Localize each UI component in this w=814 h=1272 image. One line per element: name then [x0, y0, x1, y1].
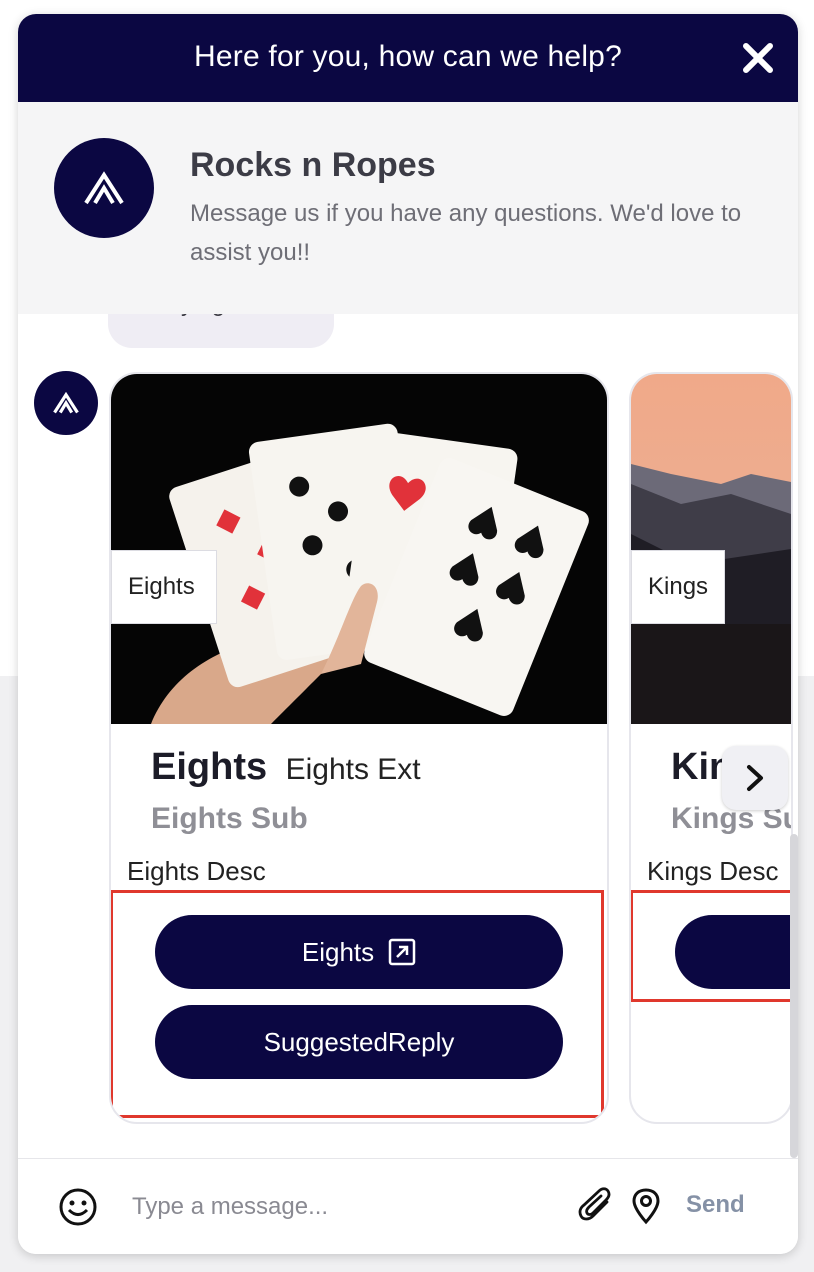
brand-panel: Rocks n Ropes Message us if you have any… — [18, 102, 798, 314]
conversation-area[interactable]: Playing Cards — [18, 314, 798, 1158]
header-title: Here for you, how can we help? — [194, 40, 622, 73]
card-image: Kings — [631, 374, 791, 724]
card-image: Eights — [111, 374, 607, 724]
user-message-bubble: Playing Cards — [108, 314, 334, 348]
chevron-right-icon — [747, 765, 763, 791]
message-input[interactable] — [130, 1181, 574, 1233]
brand-logo-icon — [84, 171, 124, 205]
suggested-reply-button[interactable]: SuggestedReply — [155, 1005, 563, 1079]
brand-logo-icon — [53, 392, 79, 414]
send-button[interactable]: Send — [686, 1191, 745, 1219]
playing-cards-image — [111, 374, 607, 724]
location-pin-icon[interactable] — [630, 1187, 662, 1225]
image-label: Kings — [631, 550, 726, 624]
card-actions — [631, 890, 791, 1002]
card-description: Eights Desc — [127, 856, 266, 886]
emoji-icon[interactable] — [58, 1187, 98, 1227]
chat-widget: Here for you, how can we help? Rocks n R… — [18, 14, 798, 1254]
card-title-row: Eights Eights Ext — [151, 746, 421, 789]
scrollbar[interactable] — [790, 834, 798, 1158]
image-label: Eights — [111, 550, 217, 624]
button-label: SuggestedReply — [263, 1026, 455, 1057]
external-link-icon — [388, 938, 416, 966]
card-actions: Eights SuggestedReply — [111, 890, 604, 1118]
link-button[interactable] — [675, 915, 791, 989]
close-icon[interactable] — [740, 40, 776, 76]
bot-avatar — [34, 371, 98, 435]
card-title-ext: Eights Ext — [285, 753, 421, 786]
message-composer: Send — [18, 1158, 798, 1254]
card-description: Kings Desc — [647, 856, 779, 886]
carousel-next-button[interactable] — [722, 746, 788, 810]
chat-header: Here for you, how can we help? — [18, 14, 798, 102]
button-label: Eights — [301, 936, 375, 967]
card-title: Eights — [151, 746, 268, 788]
brand-name: Rocks n Ropes — [190, 146, 436, 184]
brand-logo — [54, 138, 154, 238]
attachment-icon[interactable] — [578, 1187, 616, 1225]
brand-tagline: Message us if you have any questions. We… — [190, 200, 742, 266]
link-button[interactable]: Eights — [155, 915, 563, 989]
mountains-image — [631, 374, 791, 724]
card-subtitle: Eights Sub — [151, 802, 308, 835]
carousel-card: Eights Eights Eights Ext Eights Sub Eigh… — [109, 372, 609, 1124]
